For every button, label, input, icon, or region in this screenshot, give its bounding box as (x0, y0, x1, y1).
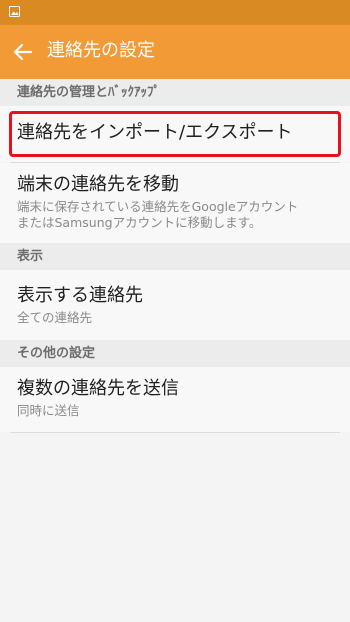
section-header-label: その他の設定 (17, 346, 96, 361)
contacts-to-display-subtitle: 全ての連絡先 (17, 310, 93, 325)
highlight-box (9, 111, 341, 157)
divider (10, 432, 340, 433)
send-multiple-title: 複数の連絡先を送信 (17, 378, 179, 399)
section-header-label: 連絡先の管理とﾊﾞｯｸｱｯﾌﾟ (17, 85, 161, 100)
back-arrow-icon[interactable] (11, 40, 35, 64)
contacts-to-display-title: 表示する連絡先 (17, 285, 143, 306)
move-contacts-title: 端末の連絡先を移動 (17, 174, 179, 195)
section-header-display: 表示 (0, 243, 350, 270)
send-multiple-subtitle: 同時に送信 (17, 403, 80, 418)
contacts-to-display-item[interactable]: 表示する連絡先 全ての連絡先 (0, 270, 350, 340)
section-header-label: 表示 (17, 249, 44, 264)
section-header-manage-backup: 連絡先の管理とﾊﾞｯｸｱｯﾌﾟ (0, 79, 350, 106)
status-bar (0, 0, 350, 25)
move-contacts-subtitle-line2: またはSamsungアカウントに移動します。 (17, 215, 262, 230)
gallery-notification-icon (9, 6, 20, 17)
move-contacts-subtitle-line1: 端末に保存されている連絡先をGoogleアカウント (17, 199, 299, 214)
section-header-other: その他の設定 (0, 340, 350, 367)
send-multiple-item[interactable]: 複数の連絡先を送信 同時に送信 (0, 367, 350, 432)
page-title: 連絡先の設定 (47, 40, 155, 61)
app-bar: 連絡先の設定 (0, 25, 350, 79)
move-contacts-item[interactable]: 端末の連絡先を移動 端末に保存されている連絡先をGoogleアカウント またはS… (0, 163, 350, 243)
